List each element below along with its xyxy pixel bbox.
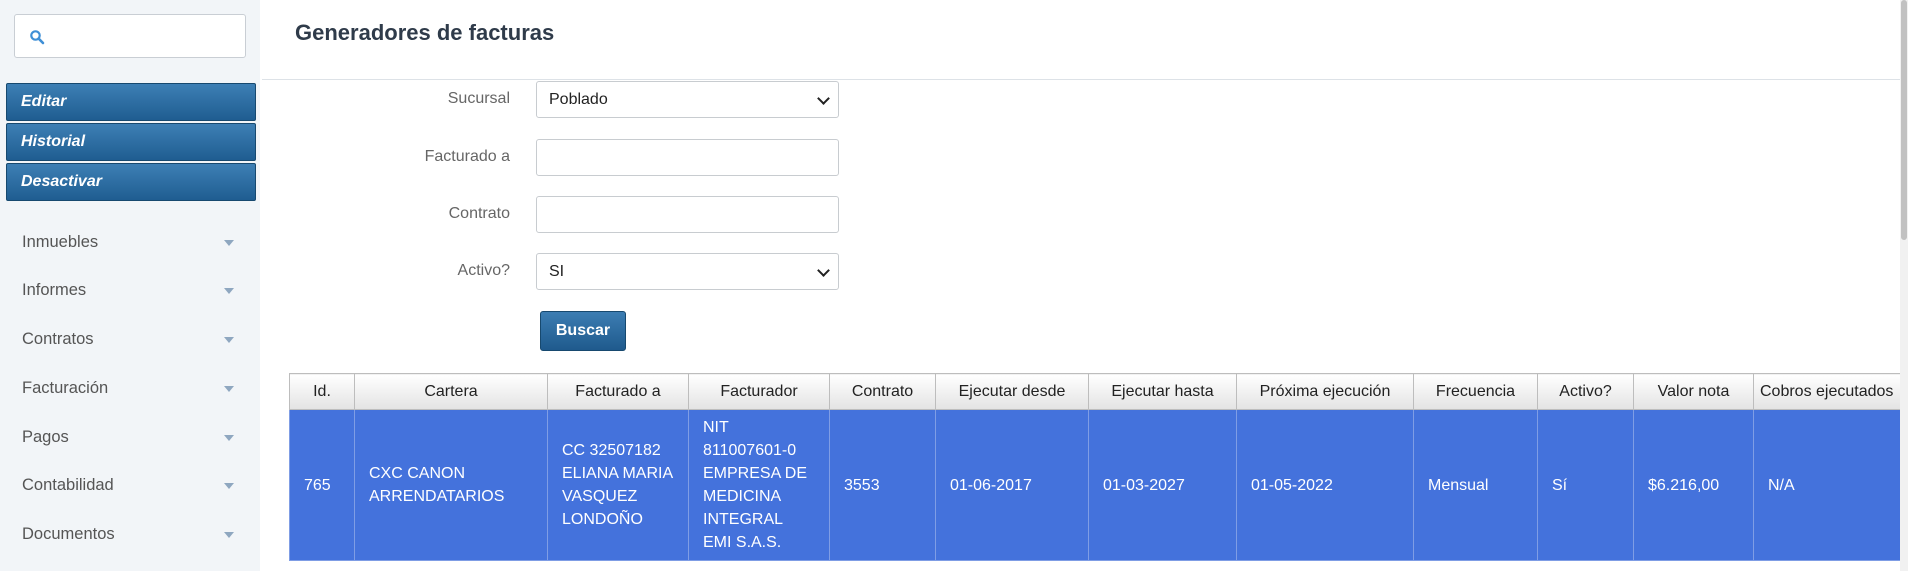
facturado-a-input[interactable] [536, 139, 839, 176]
cell-cobros-ejecutados: N/A [1753, 409, 1908, 561]
chevron-down-icon [224, 483, 234, 489]
sidebar: Editar Historial Desactivar Inmuebles In… [0, 0, 260, 571]
title-divider [262, 79, 1902, 80]
cell-contrato: 3553 [829, 409, 936, 561]
facturado-a-label: Facturado a [424, 148, 510, 165]
chevron-down-icon [224, 337, 234, 343]
nav-item-label: Documentos [22, 525, 115, 543]
cell-cartera: CXC CANON ARRENDATARIOS [354, 409, 548, 561]
nav-item-label: Pagos [22, 428, 69, 446]
search-box[interactable] [14, 14, 246, 58]
activo-selected-value: SI [549, 263, 565, 280]
search-button[interactable]: Buscar [540, 311, 626, 351]
column-header-valor-nota[interactable]: Valor nota [1633, 373, 1754, 410]
page-scrollbar[interactable] [1900, 0, 1908, 571]
contrato-input[interactable] [536, 196, 839, 233]
chevron-down-icon [224, 435, 234, 441]
nav-item-documentos[interactable]: Documentos [0, 514, 260, 554]
page-title: Generadores de facturas [295, 20, 555, 45]
cell-facturado-a: CC 32507182 ELIANA MARIA VASQUEZ LONDOÑO [547, 409, 689, 561]
nav-item-label: Contabilidad [22, 476, 114, 494]
table-header-row: Id. Cartera Facturado a Facturador Contr… [289, 373, 1908, 410]
column-header-proxima-ejecucion[interactable]: Próxima ejecución [1236, 373, 1414, 410]
contrato-label: Contrato [448, 205, 510, 222]
search-icon [29, 29, 45, 45]
column-header-facturador[interactable]: Facturador [688, 373, 830, 410]
activo-select[interactable]: SI [536, 253, 839, 290]
column-header-id[interactable]: Id. [289, 373, 355, 410]
sucursal-selected-value: Poblado [549, 91, 608, 108]
nav-item-label: Facturación [22, 379, 109, 397]
nav-item-label: Inmuebles [22, 233, 99, 251]
results-table: Id. Cartera Facturado a Facturador Contr… [289, 373, 1908, 561]
nav-item-label: Contratos [22, 330, 94, 348]
column-header-ejecutar-hasta[interactable]: Ejecutar hasta [1088, 373, 1237, 410]
column-header-cartera[interactable]: Cartera [354, 373, 548, 410]
search-input[interactable] [55, 23, 239, 51]
column-header-contrato[interactable]: Contrato [829, 373, 936, 410]
table-row[interactable]: 765 CXC CANON ARRENDATARIOS CC 32507182 … [289, 409, 1908, 561]
nav-item-inmuebles[interactable]: Inmuebles [0, 222, 260, 262]
chevron-down-icon [224, 532, 234, 538]
history-button[interactable]: Historial [6, 123, 256, 161]
cell-frecuencia: Mensual [1413, 409, 1538, 561]
cell-valor-nota: $6.216,00 [1633, 409, 1754, 561]
column-header-cobros-ejecutados[interactable]: Cobros ejecutados [1753, 373, 1908, 410]
activo-label: Activo? [457, 262, 510, 279]
cell-ejecutar-hasta: 01-03-2027 [1088, 409, 1237, 561]
chevron-down-icon [224, 240, 234, 246]
deactivate-button[interactable]: Desactivar [6, 163, 256, 201]
nav-item-contabilidad[interactable]: Contabilidad [0, 465, 260, 505]
column-header-activo[interactable]: Activo? [1537, 373, 1634, 410]
cell-id: 765 [289, 409, 355, 561]
column-header-ejecutar-desde[interactable]: Ejecutar desde [935, 373, 1089, 410]
sucursal-select[interactable]: Poblado [536, 81, 839, 118]
scrollbar-thumb[interactable] [1901, 0, 1907, 240]
chevron-down-icon [817, 264, 830, 277]
edit-button[interactable]: Editar [6, 83, 256, 121]
sucursal-label: Sucursal [447, 90, 510, 107]
chevron-down-icon [224, 288, 234, 294]
chevron-down-icon [224, 386, 234, 392]
column-header-facturado-a[interactable]: Facturado a [547, 373, 689, 410]
nav-item-label: Informes [22, 281, 87, 299]
nav-item-informes[interactable]: Informes [0, 270, 260, 310]
nav-item-facturacion[interactable]: Facturación [0, 368, 260, 408]
nav-item-contratos[interactable]: Contratos [0, 319, 260, 359]
cell-activo: Sí [1537, 409, 1634, 561]
cell-ejecutar-desde: 01-06-2017 [935, 409, 1089, 561]
cell-facturador: NIT 811007601-0 EMPRESA DE MEDICINA INTE… [688, 409, 830, 561]
results-table-container: Id. Cartera Facturado a Facturador Contr… [289, 373, 1908, 571]
column-header-frecuencia[interactable]: Frecuencia [1413, 373, 1538, 410]
cell-proxima-ejecucion: 01-05-2022 [1236, 409, 1414, 561]
chevron-down-icon [817, 92, 830, 105]
nav-item-pagos[interactable]: Pagos [0, 417, 260, 457]
